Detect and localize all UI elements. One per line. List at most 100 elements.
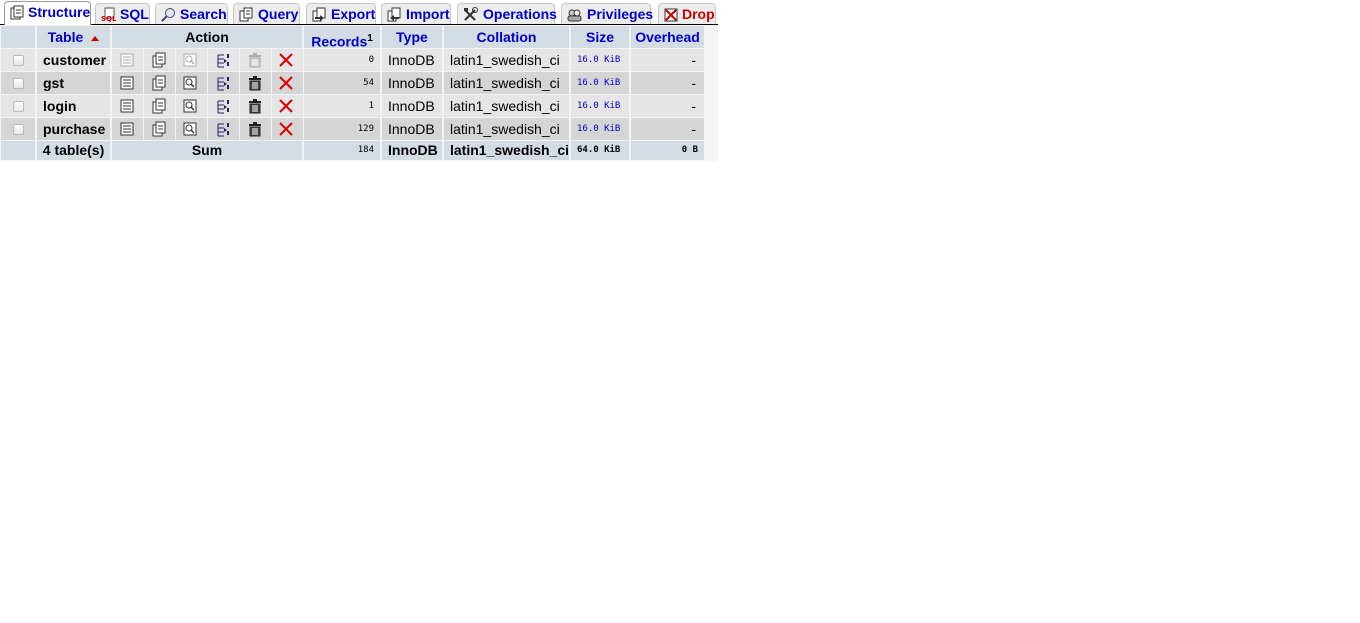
collation-value: latin1_swedish_ci: [444, 72, 569, 94]
search-icon[interactable]: [182, 75, 198, 91]
action-cell: [176, 72, 207, 94]
records-value: 54: [304, 72, 380, 94]
header-collation[interactable]: Collation: [444, 26, 569, 48]
browse-icon[interactable]: [119, 98, 135, 114]
search-icon[interactable]: [182, 52, 198, 68]
footer-size: 64.0 KiB: [571, 141, 629, 160]
header-select: [1, 26, 35, 48]
footer-overhead: 0 B: [631, 141, 704, 160]
row-select-cell: [1, 49, 35, 71]
action-cell: [272, 72, 303, 94]
table-name-link[interactable]: purchase: [37, 118, 110, 140]
engine-type: InnoDB: [382, 95, 442, 117]
row-checkbox[interactable]: [13, 78, 24, 89]
engine-type: InnoDB: [382, 49, 442, 71]
svg-text:SQL: SQL: [101, 15, 116, 22]
size-link[interactable]: 16.0 KiB: [571, 72, 629, 94]
tab-operations-label: Operations: [483, 6, 557, 22]
action-cell: [112, 72, 143, 94]
size-link[interactable]: 16.0 KiB: [571, 118, 629, 140]
drop-icon: [664, 8, 678, 22]
drop-icon[interactable]: [278, 121, 294, 137]
action-cell: [208, 49, 239, 71]
search-icon[interactable]: [182, 98, 198, 114]
tab-export[interactable]: Export: [306, 3, 376, 24]
browse-icon[interactable]: [119, 121, 135, 137]
tab-privileges[interactable]: Privileges: [561, 3, 653, 24]
header-records[interactable]: Records1: [304, 26, 380, 48]
insert-icon[interactable]: [215, 52, 231, 68]
header-action: Action: [112, 26, 302, 48]
footer-sum-label: Sum: [112, 141, 302, 160]
browse-icon[interactable]: [119, 75, 135, 91]
insert-icon[interactable]: [215, 75, 231, 91]
action-cell: [176, 49, 207, 71]
overhead-value: -: [631, 95, 704, 117]
action-cell: [144, 95, 175, 117]
tab-query[interactable]: Query: [233, 3, 300, 24]
empty-icon[interactable]: [247, 75, 263, 91]
structure-icon: [10, 5, 24, 20]
search-icon[interactable]: [182, 121, 198, 137]
structure-icon[interactable]: [151, 52, 167, 68]
tab-import-label: Import: [406, 6, 450, 22]
row-checkbox[interactable]: [13, 101, 24, 112]
tab-operations[interactable]: Operations: [457, 3, 557, 24]
tab-search[interactable]: Search: [155, 3, 228, 24]
header-size[interactable]: Size: [571, 26, 629, 48]
structure-icon[interactable]: [151, 121, 167, 137]
records-footnote[interactable]: 1: [367, 33, 373, 44]
row-checkbox[interactable]: [13, 55, 24, 66]
table-name-link[interactable]: gst: [37, 72, 110, 94]
structure-icon[interactable]: [151, 75, 167, 91]
action-cell: [208, 118, 239, 140]
empty-icon[interactable]: [247, 121, 263, 137]
insert-icon[interactable]: [215, 121, 231, 137]
empty-icon[interactable]: [247, 98, 263, 114]
header-table[interactable]: Table: [37, 26, 110, 48]
tab-query-label: Query: [258, 6, 299, 22]
drop-icon[interactable]: [278, 52, 294, 68]
structure-icon[interactable]: [151, 98, 167, 114]
footer-records: 184: [304, 141, 380, 160]
empty-icon[interactable]: [247, 52, 263, 68]
action-cell: [208, 72, 239, 94]
footer-select: [1, 141, 35, 160]
drop-icon[interactable]: [278, 75, 294, 91]
tab-structure[interactable]: Structure: [4, 1, 91, 25]
row-select-cell: [1, 95, 35, 117]
footer-table-count: 4 table(s): [37, 141, 110, 160]
row-select-cell: [1, 118, 35, 140]
engine-type: InnoDB: [382, 118, 442, 140]
table-name-link[interactable]: login: [37, 95, 110, 117]
size-link[interactable]: 16.0 KiB: [571, 49, 629, 71]
header-table-label: Table: [47, 29, 84, 45]
overhead-value: -: [631, 49, 704, 71]
action-cell: [112, 118, 143, 140]
action-cell: [208, 95, 239, 117]
table-name-link[interactable]: customer: [37, 49, 110, 71]
tab-bar: Structure SQL SQL Search Query Export Im…: [0, 0, 718, 25]
records-value: 129: [304, 118, 380, 140]
collation-value: latin1_swedish_ci: [444, 95, 569, 117]
tab-export-label: Export: [331, 6, 376, 22]
header-overhead[interactable]: Overhead: [631, 26, 704, 48]
operations-icon: [464, 7, 478, 21]
row-checkbox[interactable]: [13, 124, 24, 135]
insert-icon[interactable]: [215, 98, 231, 114]
tab-drop[interactable]: Drop: [658, 3, 716, 24]
header-type[interactable]: Type: [382, 26, 442, 48]
row-select-cell: [1, 72, 35, 94]
tab-import[interactable]: Import: [381, 3, 451, 24]
action-cell: [240, 49, 271, 71]
size-link[interactable]: 16.0 KiB: [571, 95, 629, 117]
tab-sql[interactable]: SQL SQL: [95, 3, 150, 24]
header-records-label: Records: [311, 33, 368, 48]
import-icon: [387, 7, 401, 22]
collation-value: latin1_swedish_ci: [444, 118, 569, 140]
sort-asc-icon: [91, 35, 100, 41]
action-cell: [176, 95, 207, 117]
browse-icon[interactable]: [119, 52, 135, 68]
action-cell: [240, 72, 271, 94]
drop-icon[interactable]: [278, 98, 294, 114]
